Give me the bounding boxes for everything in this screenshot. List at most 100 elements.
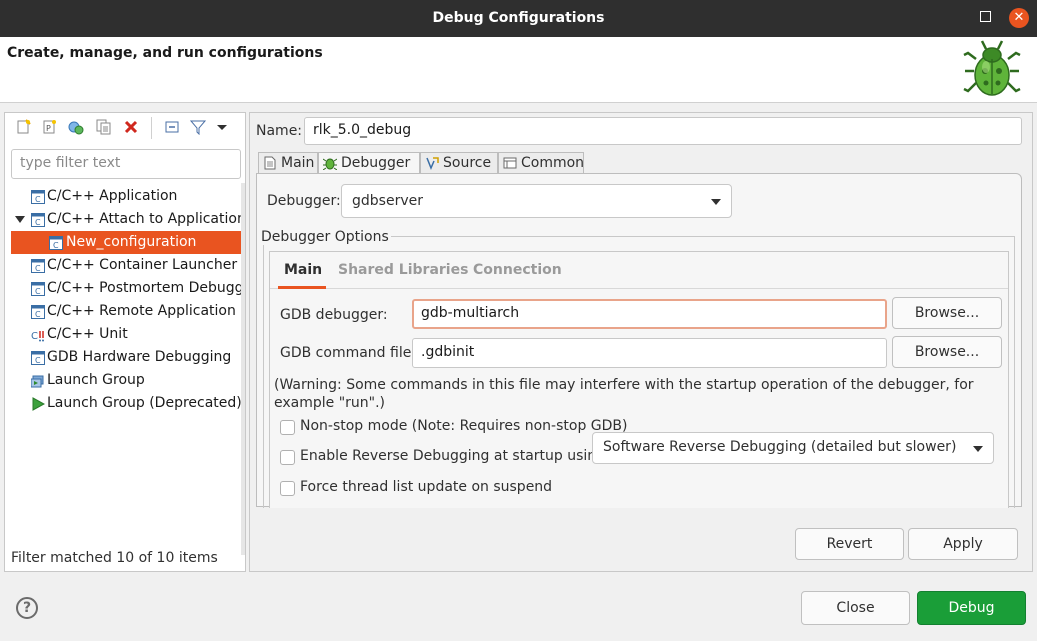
tree-item-c-application[interactable]: C C/C++ Application bbox=[11, 185, 241, 208]
c-app-icon: C bbox=[31, 351, 45, 365]
tab-label: Main bbox=[281, 155, 315, 171]
tab-source[interactable]: Source bbox=[420, 152, 498, 174]
revert-button[interactable]: Revert bbox=[795, 528, 904, 560]
close-button[interactable]: Close bbox=[801, 591, 910, 625]
c-app-icon: C bbox=[31, 259, 45, 273]
window-title: Debug Configurations bbox=[432, 10, 605, 26]
bug-banner-icon bbox=[963, 40, 1021, 96]
gdb-debugger-browse-button[interactable]: Browse... bbox=[892, 297, 1002, 329]
configuration-tree: C C/C++ Application C C/C++ Attach to Ap… bbox=[5, 183, 241, 555]
svg-text:C: C bbox=[35, 310, 41, 319]
debugger-label: Debugger: bbox=[267, 193, 341, 209]
svg-text:C: C bbox=[31, 331, 38, 342]
tree-item-label: Launch Group (Deprecated) bbox=[47, 395, 241, 411]
duplicate-icon[interactable] bbox=[96, 119, 112, 135]
help-icon[interactable]: ? bbox=[16, 597, 38, 619]
expand-chevron-icon[interactable] bbox=[15, 216, 25, 224]
configuration-editor: Name: rlk_5.0_debug Main Debugger Source… bbox=[249, 112, 1033, 572]
debugger-options-label: Debugger Options bbox=[261, 229, 391, 245]
tree-item-label: C/C++ Application bbox=[47, 188, 178, 204]
gdb-command-browse-button[interactable]: Browse... bbox=[892, 336, 1002, 368]
tree-item-gdb-hardware[interactable]: C GDB Hardware Debugging bbox=[11, 346, 241, 369]
gdb-debugger-label: GDB debugger: bbox=[280, 307, 388, 323]
new-prototype-icon[interactable]: P bbox=[42, 119, 58, 135]
tab-debugger[interactable]: Debugger bbox=[318, 152, 420, 175]
debugger-select-value: gdbserver bbox=[352, 193, 423, 209]
chevron-down-icon bbox=[711, 199, 721, 205]
tree-item-c-remote[interactable]: C C/C++ Remote Application bbox=[11, 300, 241, 323]
filter-input[interactable]: type filter text bbox=[11, 149, 241, 179]
bug-icon bbox=[323, 158, 337, 170]
tree-item-c-container[interactable]: C C/C++ Container Launcher bbox=[11, 254, 241, 277]
tree-item-label: C/C++ Attach to Application bbox=[47, 211, 241, 227]
maximize-button[interactable] bbox=[980, 11, 991, 22]
tree-item-new-configuration[interactable]: C New_configuration bbox=[11, 231, 241, 254]
dialog-header: Create, manage, and run configurations bbox=[0, 37, 1037, 103]
debugger-options-tabs: Main Shared Libraries Connection GDB deb… bbox=[269, 251, 1009, 508]
inner-tab-main[interactable]: Main bbox=[284, 262, 322, 278]
chevron-down-icon bbox=[973, 446, 983, 452]
force-thread-checkbox[interactable] bbox=[280, 481, 295, 496]
tab-common[interactable]: Common bbox=[498, 152, 584, 174]
tree-item-label: C/C++ Postmortem Debugger bbox=[47, 280, 241, 296]
source-icon bbox=[426, 157, 439, 170]
delete-icon[interactable] bbox=[123, 119, 139, 135]
debug-button[interactable]: Debug bbox=[917, 591, 1026, 625]
apply-button[interactable]: Apply bbox=[908, 528, 1018, 560]
tree-item-c-postmortem[interactable]: C C/C++ Postmortem Debugger bbox=[11, 277, 241, 300]
tree-toolbar: P bbox=[5, 113, 245, 143]
c-app-icon: C bbox=[31, 282, 45, 296]
dialog-heading: Create, manage, and run configurations bbox=[7, 45, 323, 61]
common-icon bbox=[503, 157, 517, 169]
inner-tab-divider bbox=[270, 288, 1008, 289]
reverse-debugging-value: Software Reverse Debugging (detailed but… bbox=[603, 439, 957, 455]
tree-item-c-attach[interactable]: C C/C++ Attach to Application bbox=[11, 208, 241, 231]
inner-tab-shared-libraries[interactable]: Shared Libraries bbox=[338, 262, 468, 278]
name-label: Name: bbox=[256, 123, 303, 139]
c-app-icon: C bbox=[31, 190, 45, 204]
gdb-command-file-label: GDB command file: bbox=[280, 345, 417, 361]
c-app-icon: C bbox=[31, 305, 45, 319]
tree-item-label: GDB Hardware Debugging bbox=[47, 349, 232, 365]
tab-label: Debugger bbox=[341, 155, 411, 171]
gdb-command-file-input[interactable]: .gdbinit bbox=[412, 338, 887, 368]
tree-item-launch-group[interactable]: Launch Group bbox=[11, 369, 241, 392]
svg-text:P: P bbox=[46, 124, 51, 133]
tree-item-launch-group-deprecated[interactable]: Launch Group (Deprecated) bbox=[11, 392, 241, 415]
toolbar-separator bbox=[151, 117, 152, 139]
filter-icon[interactable] bbox=[190, 119, 206, 135]
new-config-icon[interactable] bbox=[16, 119, 32, 135]
reverse-debugging-select[interactable]: Software Reverse Debugging (detailed but… bbox=[592, 432, 994, 464]
svg-text:C: C bbox=[35, 218, 41, 227]
tab-label: Common bbox=[521, 155, 585, 171]
tree-item-label: Launch Group bbox=[47, 372, 145, 388]
svg-text:C: C bbox=[35, 264, 41, 273]
force-thread-label: Force thread list update on suspend bbox=[300, 479, 553, 495]
tab-main[interactable]: Main bbox=[258, 152, 318, 174]
dropdown-menu-icon[interactable] bbox=[214, 119, 230, 135]
gdb-debugger-input[interactable]: gdb-multiarch bbox=[412, 299, 887, 329]
run-icon bbox=[32, 397, 45, 411]
c-app-icon: C bbox=[49, 236, 63, 250]
nonstop-label: Non-stop mode (Note: Requires non-stop G… bbox=[300, 418, 628, 434]
svg-text:C: C bbox=[53, 241, 59, 250]
c-app-icon: C bbox=[31, 213, 45, 227]
debugger-select[interactable]: gdbserver bbox=[341, 184, 732, 218]
tree-item-c-unit[interactable]: C C/C++ Unit bbox=[11, 323, 241, 346]
tree-item-label: C/C++ Container Launcher bbox=[47, 257, 238, 273]
tab-label: Source bbox=[443, 155, 492, 171]
collapse-all-icon[interactable] bbox=[164, 119, 180, 135]
tree-scrollbar[interactable] bbox=[241, 183, 245, 555]
nonstop-checkbox[interactable] bbox=[280, 420, 295, 435]
tree-item-label: C/C++ Unit bbox=[47, 326, 128, 342]
c-unit-icon: C bbox=[31, 331, 44, 342]
debugger-tab-content: Debugger: gdbserver Debugger Options Mai… bbox=[256, 173, 1022, 508]
reverse-debugging-checkbox[interactable] bbox=[280, 450, 295, 465]
inner-tab-connection[interactable]: Connection bbox=[473, 262, 562, 278]
launch-group-icon bbox=[31, 375, 44, 388]
svg-text:C: C bbox=[35, 356, 41, 365]
close-window-button[interactable]: ✕ bbox=[1009, 8, 1029, 28]
export-icon[interactable] bbox=[68, 119, 84, 135]
title-bar: Debug Configurations ✕ bbox=[0, 0, 1037, 37]
name-input[interactable]: rlk_5.0_debug bbox=[304, 117, 1022, 145]
